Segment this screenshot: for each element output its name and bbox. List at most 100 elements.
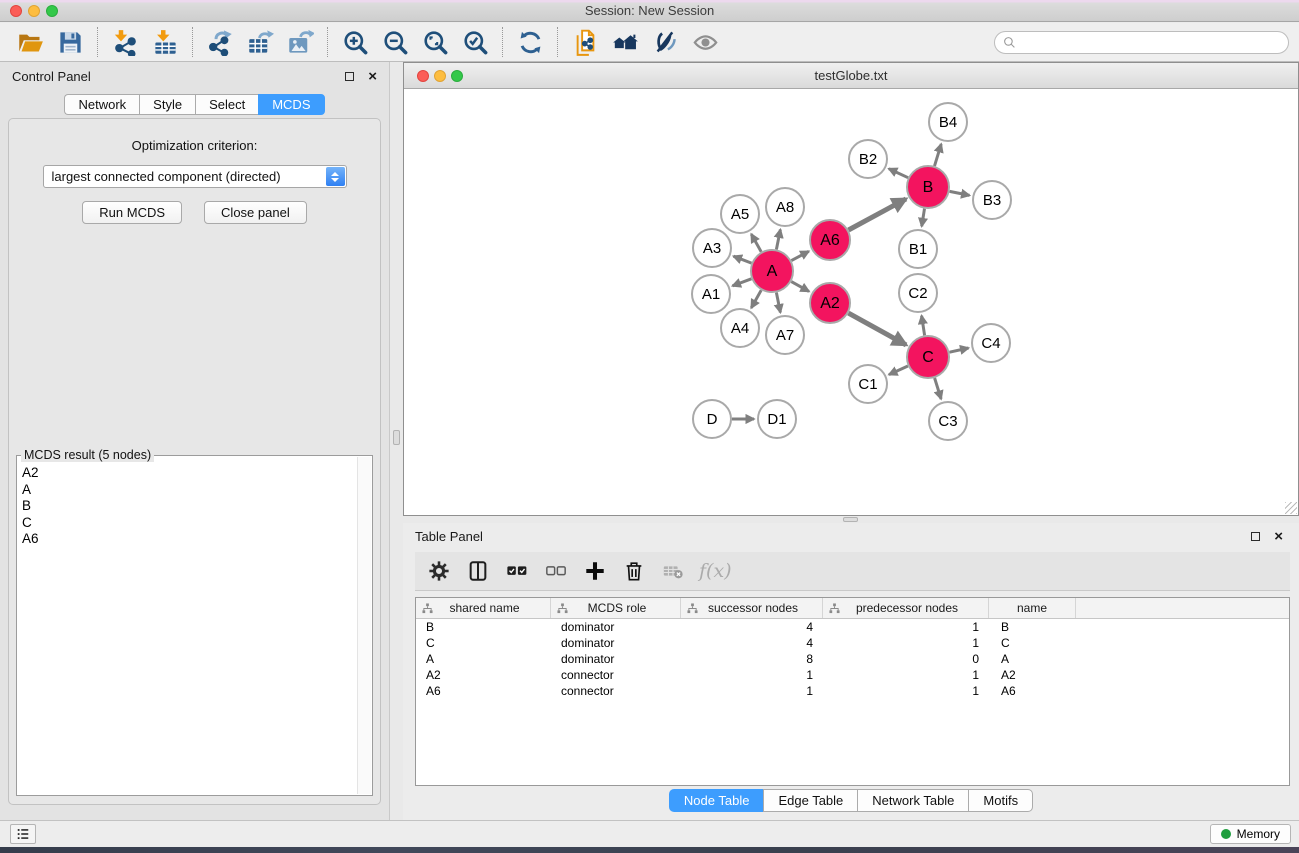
table-cell: dominator bbox=[551, 635, 681, 651]
table-row[interactable]: A6connector11A6 bbox=[416, 683, 1289, 699]
tab-mcds[interactable]: MCDS bbox=[258, 94, 324, 115]
table-cell: connector bbox=[551, 667, 681, 683]
deselect-all-button[interactable] bbox=[541, 556, 571, 586]
export-table-button[interactable] bbox=[240, 25, 280, 59]
function-builder-button[interactable]: f(x) bbox=[697, 560, 732, 582]
horizontal-split-divider[interactable] bbox=[403, 516, 1299, 523]
dropdown-stepper-icon bbox=[326, 167, 345, 186]
zoom-in-button[interactable] bbox=[335, 25, 375, 59]
add-column-button[interactable] bbox=[580, 556, 610, 586]
search-input[interactable] bbox=[1021, 33, 1280, 52]
export-image-button[interactable] bbox=[280, 25, 320, 59]
column-header-shared-name[interactable]: shared name bbox=[416, 598, 551, 618]
home-button[interactable] bbox=[605, 25, 645, 59]
select-all-button[interactable] bbox=[502, 556, 532, 586]
close-panel-icon[interactable]: × bbox=[368, 69, 377, 84]
graph-node-label-C2: C2 bbox=[908, 285, 927, 302]
vertical-split-handle[interactable] bbox=[393, 430, 400, 445]
column-header-name[interactable]: name bbox=[989, 598, 1076, 618]
search-field[interactable] bbox=[994, 31, 1289, 54]
graph-edge-B-B3[interactable] bbox=[950, 191, 970, 195]
graph-edge-B-B4[interactable] bbox=[935, 144, 942, 166]
float-table-panel-icon[interactable] bbox=[1251, 532, 1260, 541]
network-canvas[interactable]: B4B2BB3A8A5A6A3B1AA1C2A2A4A7C4CC1C3DD1 bbox=[404, 90, 1298, 515]
mcds-result-item[interactable]: A2 bbox=[18, 465, 357, 482]
tab-edge-table[interactable]: Edge Table bbox=[763, 789, 857, 812]
graph-edge-B-B1[interactable] bbox=[922, 209, 925, 227]
clone-network-button[interactable] bbox=[565, 25, 605, 59]
graph-edge-C-C3[interactable] bbox=[935, 378, 942, 399]
table-toolbar: f(x) bbox=[415, 552, 1290, 591]
graph-edge-A6-B[interactable] bbox=[849, 199, 907, 230]
graph-edge-A-A5[interactable] bbox=[751, 234, 761, 252]
import-table-button[interactable] bbox=[145, 25, 185, 59]
window-resize-grip[interactable] bbox=[1285, 502, 1297, 514]
mcds-result-item[interactable]: A6 bbox=[18, 531, 357, 548]
mcds-result-item[interactable]: A bbox=[18, 482, 357, 499]
horizontal-split-handle[interactable] bbox=[843, 517, 858, 522]
mcds-result-item[interactable]: C bbox=[18, 515, 357, 532]
table-row[interactable]: A2connector11A2 bbox=[416, 667, 1289, 683]
table-cell: A2 bbox=[416, 667, 551, 683]
criterion-dropdown[interactable]: largest connected component (directed) bbox=[43, 165, 347, 188]
graph-edge-A-A8[interactable] bbox=[776, 230, 780, 250]
graph-edge-A-A6[interactable] bbox=[791, 251, 808, 260]
memory-button[interactable]: Memory bbox=[1210, 824, 1291, 844]
delete-table-button[interactable] bbox=[658, 556, 688, 586]
graph-edge-A-A3[interactable] bbox=[734, 256, 752, 263]
run-mcds-button[interactable]: Run MCDS bbox=[82, 201, 182, 224]
table-row[interactable]: Cdominator41C bbox=[416, 635, 1289, 651]
graph-node-label-A7: A7 bbox=[776, 327, 794, 344]
tab-network[interactable]: Network bbox=[64, 94, 139, 115]
tab-network-table[interactable]: Network Table bbox=[857, 789, 968, 812]
graph-edge-A2-C[interactable] bbox=[848, 313, 906, 345]
tab-node-table[interactable]: Node Table bbox=[669, 789, 764, 812]
desktop-background-strip bbox=[0, 847, 1299, 853]
delete-column-button[interactable] bbox=[619, 556, 649, 586]
import-network-button[interactable] bbox=[105, 25, 145, 59]
column-header-mcds-role[interactable]: MCDS role bbox=[551, 598, 681, 618]
apply-layout-button[interactable] bbox=[510, 25, 550, 59]
graph-edge-C-C2[interactable] bbox=[922, 316, 925, 336]
graph-edge-A-A2[interactable] bbox=[791, 282, 809, 292]
vertical-split-divider[interactable] bbox=[390, 62, 403, 820]
zoom-selected-button[interactable] bbox=[455, 25, 495, 59]
graph-edge-B-B2[interactable] bbox=[889, 169, 908, 178]
network-window-titlebar[interactable]: testGlobe.txt bbox=[404, 63, 1298, 89]
export-network-button[interactable] bbox=[200, 25, 240, 59]
table-cell: A6 bbox=[989, 683, 1076, 699]
zoom-out-button[interactable] bbox=[375, 25, 415, 59]
tab-select[interactable]: Select bbox=[195, 94, 258, 115]
save-session-button[interactable] bbox=[50, 25, 90, 59]
graph-edge-A-A7[interactable] bbox=[776, 293, 780, 313]
column-tree-icon bbox=[422, 603, 433, 614]
column-header-successor-nodes[interactable]: successor nodes bbox=[681, 598, 823, 618]
hide-graphics-details-button[interactable] bbox=[645, 25, 685, 59]
mcds-result-title: MCDS result (5 nodes) bbox=[21, 448, 154, 462]
open-session-button[interactable] bbox=[10, 25, 50, 59]
column-header-predecessor-nodes[interactable]: predecessor nodes bbox=[823, 598, 989, 618]
tab-motifs[interactable]: Motifs bbox=[968, 789, 1033, 812]
task-history-button[interactable] bbox=[10, 824, 36, 844]
plus-icon bbox=[584, 560, 606, 582]
toolbar-separator bbox=[97, 27, 98, 57]
float-panel-icon[interactable] bbox=[345, 72, 354, 81]
mcds-list-scrollbar[interactable] bbox=[357, 457, 371, 794]
table-cell: 1 bbox=[823, 635, 989, 651]
graph-edge-A-A4[interactable] bbox=[751, 290, 761, 308]
list-icon bbox=[16, 827, 30, 841]
table-cell: A bbox=[416, 651, 551, 667]
table-settings-button[interactable] bbox=[424, 556, 454, 586]
graph-edge-A-A1[interactable] bbox=[733, 279, 752, 286]
close-panel-button[interactable]: Close panel bbox=[204, 201, 307, 224]
graph-edge-C-C1[interactable] bbox=[889, 366, 908, 375]
close-table-panel-icon[interactable]: × bbox=[1274, 529, 1283, 544]
table-row[interactable]: Bdominator41B bbox=[416, 619, 1289, 635]
toggle-columns-button[interactable] bbox=[463, 556, 493, 586]
mcds-result-item[interactable]: B bbox=[18, 498, 357, 515]
zoom-fit-button[interactable] bbox=[415, 25, 455, 59]
show-graphics-details-button[interactable] bbox=[685, 25, 725, 59]
graph-edge-C-C4[interactable] bbox=[950, 348, 969, 352]
table-row[interactable]: Adominator80A bbox=[416, 651, 1289, 667]
tab-style[interactable]: Style bbox=[139, 94, 195, 115]
